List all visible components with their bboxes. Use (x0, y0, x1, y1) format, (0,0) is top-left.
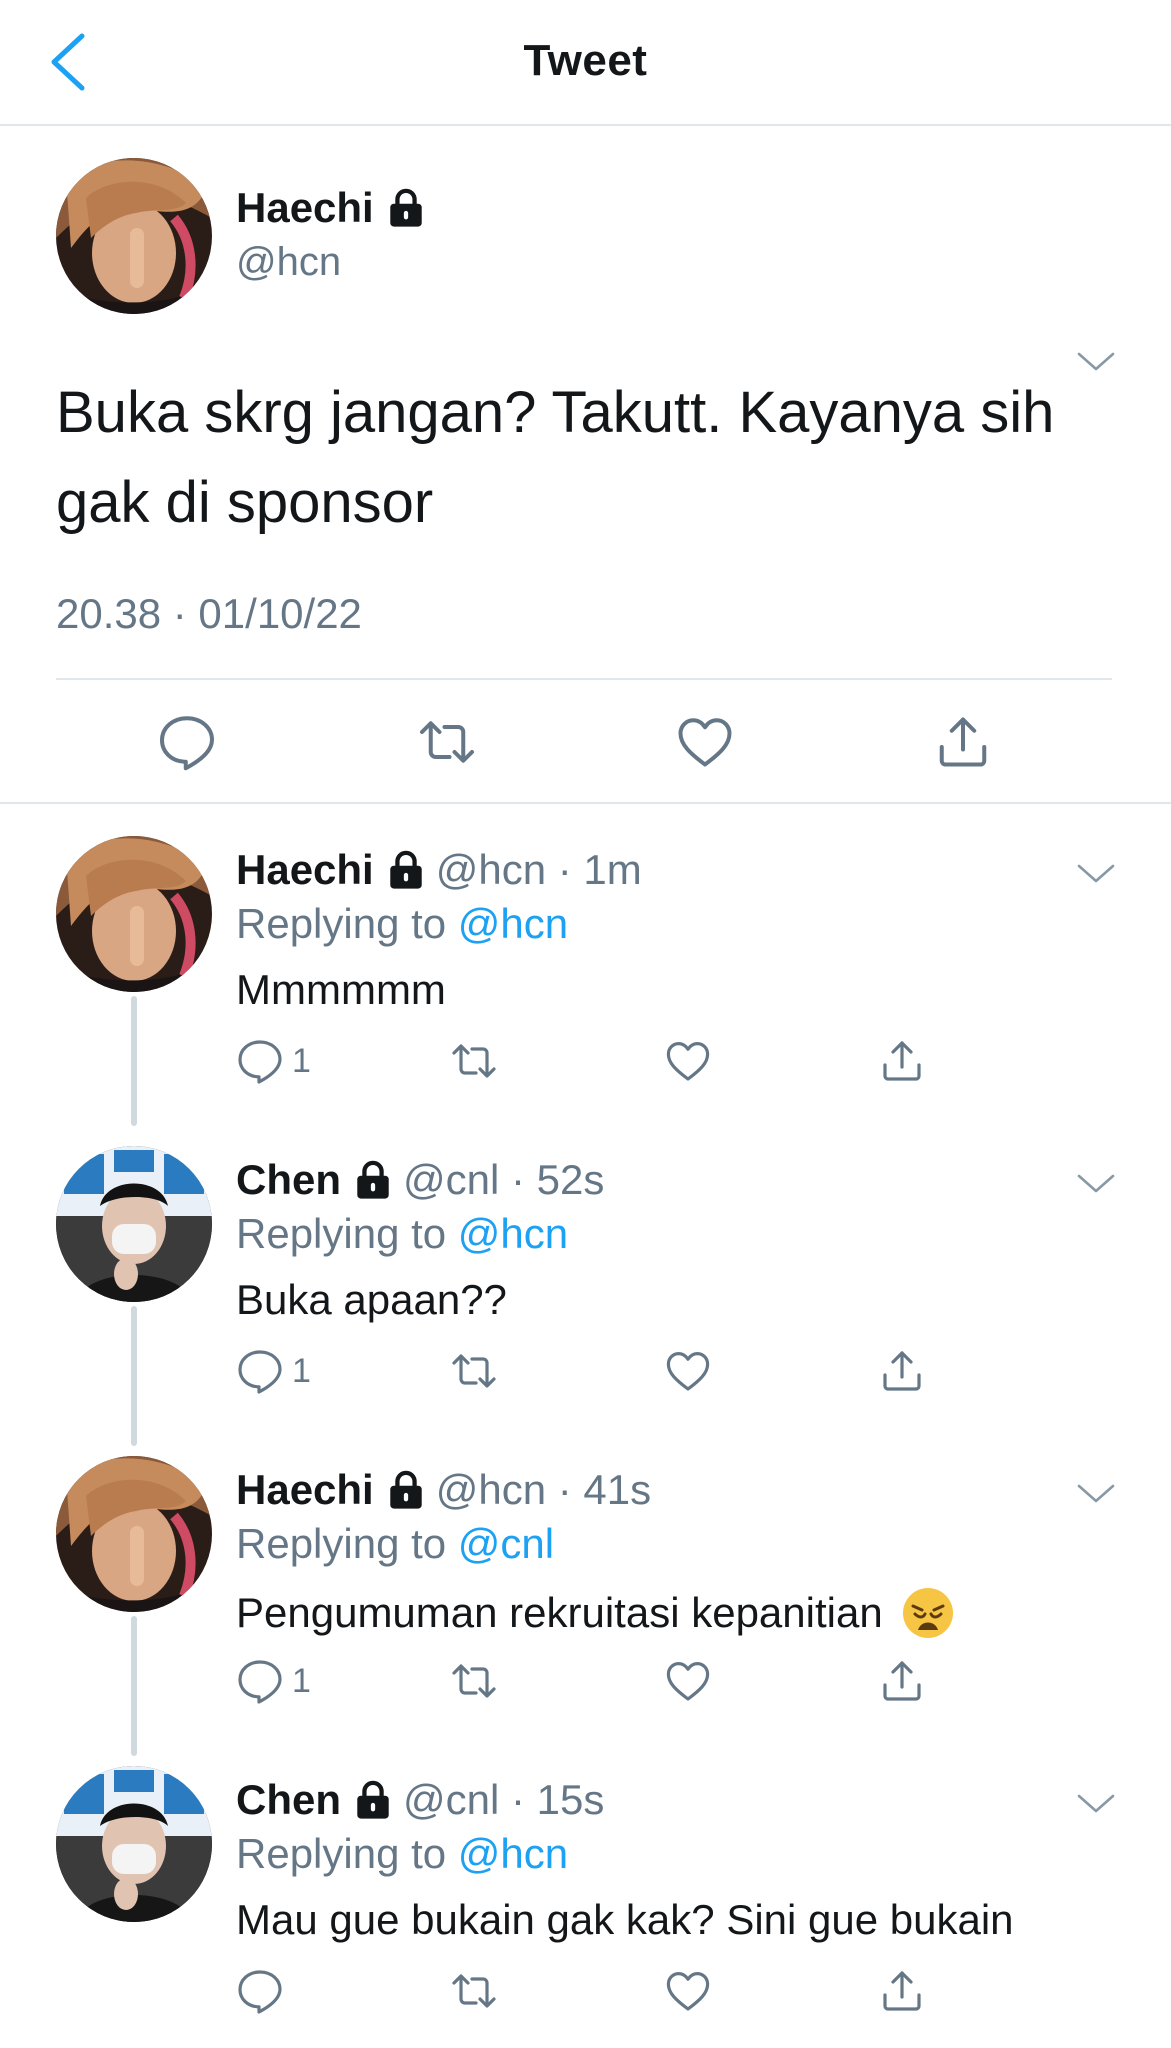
like-button[interactable] (664, 1036, 712, 1086)
lock-icon (355, 1780, 391, 1820)
like-button[interactable] (664, 1656, 712, 1706)
main-tweet: Haechi @hcn Buka skrg jangan? Takutt. Ka… (0, 128, 1171, 804)
reply-text: Mmmmmm (236, 966, 446, 1014)
lock-icon (388, 188, 424, 228)
reply-button[interactable]: 1 (236, 1346, 311, 1396)
lock-icon (355, 1160, 391, 1200)
reply-icon[interactable] (156, 712, 218, 772)
author-handle[interactable]: @hcn (236, 240, 341, 285)
tweet-text: Buka skrg jangan? Takutt. Kayanya sih ga… (56, 380, 1055, 535)
reply-button[interactable]: 1 (236, 1656, 311, 1706)
replying-to: Replying to @hcn (236, 1210, 568, 1258)
weary-face-icon (901, 1586, 955, 1640)
author-handle-time[interactable]: @hcn · 1m (436, 846, 642, 894)
reply-count: 1 (292, 1041, 311, 1080)
like-icon[interactable] (674, 712, 736, 772)
share-icon (878, 1657, 926, 1705)
share-button[interactable] (878, 1346, 926, 1396)
reply-text: Buka apaan?? (236, 1276, 507, 1324)
author-name[interactable]: Chen (236, 1776, 341, 1824)
share-button[interactable] (878, 1966, 926, 2016)
replying-to: Replying to @hcn (236, 900, 568, 948)
lock-icon (388, 850, 424, 890)
reply-icon (236, 1967, 284, 2015)
author-name[interactable]: Haechi (236, 184, 424, 232)
replying-to: Replying to @hcn (236, 1830, 568, 1878)
replying-to: Replying to @cnl (236, 1520, 554, 1568)
like-icon (664, 1657, 712, 1705)
lock-icon (388, 1470, 424, 1510)
author-handle-time[interactable]: @cnl · 52s (403, 1156, 604, 1204)
reply-button[interactable] (236, 1966, 292, 2016)
like-icon (664, 1967, 712, 2015)
retweet-icon (450, 1347, 498, 1395)
share-button[interactable] (878, 1036, 926, 1086)
share-button[interactable] (878, 1656, 926, 1706)
author-name[interactable]: Haechi (236, 1466, 374, 1514)
reply-header: Chen @cnl · 15s (236, 1776, 604, 1824)
reply-count: 1 (292, 1351, 311, 1390)
reply-text: Mau gue bukain gak kak? Sini gue bukain (236, 1896, 1014, 1944)
retweet-icon (450, 1037, 498, 1085)
replying-to-label: Replying to (236, 1830, 458, 1877)
like-icon (664, 1037, 712, 1085)
retweet-icon (450, 1967, 498, 2015)
avatar[interactable] (56, 158, 212, 314)
avatar[interactable] (56, 1456, 212, 1612)
reply-header: Haechi @hcn · 41s (236, 1466, 651, 1514)
replying-to-label: Replying to (236, 900, 458, 947)
reply-tweet[interactable]: Chen @cnl · 52s Replying to @hcn Buka ap… (0, 1146, 1171, 1458)
divider (56, 678, 1112, 680)
author-name[interactable]: Haechi (236, 846, 374, 894)
author-name[interactable]: Chen (236, 1156, 341, 1204)
author-name-text: Haechi (236, 184, 374, 231)
reply-icon (236, 1657, 284, 1705)
reply-text: Pengumuman rekruitasi kepanitian (236, 1586, 955, 1640)
tweet-timestamp[interactable]: 20.38 · 01/10/22 (56, 590, 362, 638)
mention-link[interactable]: @cnl (458, 1520, 554, 1567)
retweet-icon (450, 1657, 498, 1705)
share-icon (878, 1967, 926, 2015)
chevron-down-icon[interactable] (1076, 1792, 1116, 1816)
avatar[interactable] (56, 836, 212, 992)
mention-link[interactable]: @hcn (458, 900, 568, 947)
mention-link[interactable]: @hcn (458, 1830, 568, 1877)
like-button[interactable] (664, 1966, 712, 2016)
author-handle-time[interactable]: @cnl · 15s (403, 1776, 604, 1824)
reply-text-content: Buka apaan?? (236, 1276, 507, 1323)
retweet-button[interactable] (450, 1966, 498, 2016)
reply-tweet[interactable]: Haechi @hcn · 1m Replying to @hcn Mmmmmm… (0, 836, 1171, 1148)
page-title: Tweet (523, 36, 648, 85)
chevron-down-icon[interactable] (1076, 1172, 1116, 1196)
reply-header: Chen @cnl · 52s (236, 1156, 604, 1204)
reply-button[interactable]: 1 (236, 1036, 311, 1086)
avatar[interactable] (56, 1146, 212, 1302)
chevron-down-icon[interactable] (1076, 1482, 1116, 1506)
retweet-button[interactable] (450, 1036, 498, 1086)
author-handle-time[interactable]: @hcn · 41s (436, 1466, 651, 1514)
share-icon (878, 1037, 926, 1085)
avatar[interactable] (56, 1766, 212, 1922)
reply-tweet[interactable]: Haechi @hcn · 41s Replying to @cnl Pengu… (0, 1456, 1171, 1768)
replying-to-label: Replying to (236, 1520, 458, 1567)
retweet-button[interactable] (450, 1656, 498, 1706)
like-icon (664, 1347, 712, 1395)
replying-to-label: Replying to (236, 1210, 458, 1257)
reply-text-content: Mmmmmm (236, 966, 446, 1013)
top-bar: Tweet (0, 0, 1171, 126)
reply-text-content: Mau gue bukain gak kak? Sini gue bukain (236, 1896, 1014, 1943)
share-icon (878, 1347, 926, 1395)
reply-text-content: Pengumuman rekruitasi kepanitian (236, 1589, 883, 1636)
reply-tweet[interactable]: Chen @cnl · 15s Replying to @hcn Mau gue… (0, 1766, 1171, 2048)
like-button[interactable] (664, 1346, 712, 1396)
reply-icon (236, 1037, 284, 1085)
retweet-button[interactable] (450, 1346, 498, 1396)
reply-icon (236, 1347, 284, 1395)
chevron-down-icon[interactable] (1076, 862, 1116, 886)
share-icon[interactable] (932, 712, 994, 772)
retweet-icon[interactable] (416, 712, 478, 772)
mention-link[interactable]: @hcn (458, 1210, 568, 1257)
reply-header: Haechi @hcn · 1m (236, 846, 642, 894)
reply-count: 1 (292, 1661, 311, 1700)
